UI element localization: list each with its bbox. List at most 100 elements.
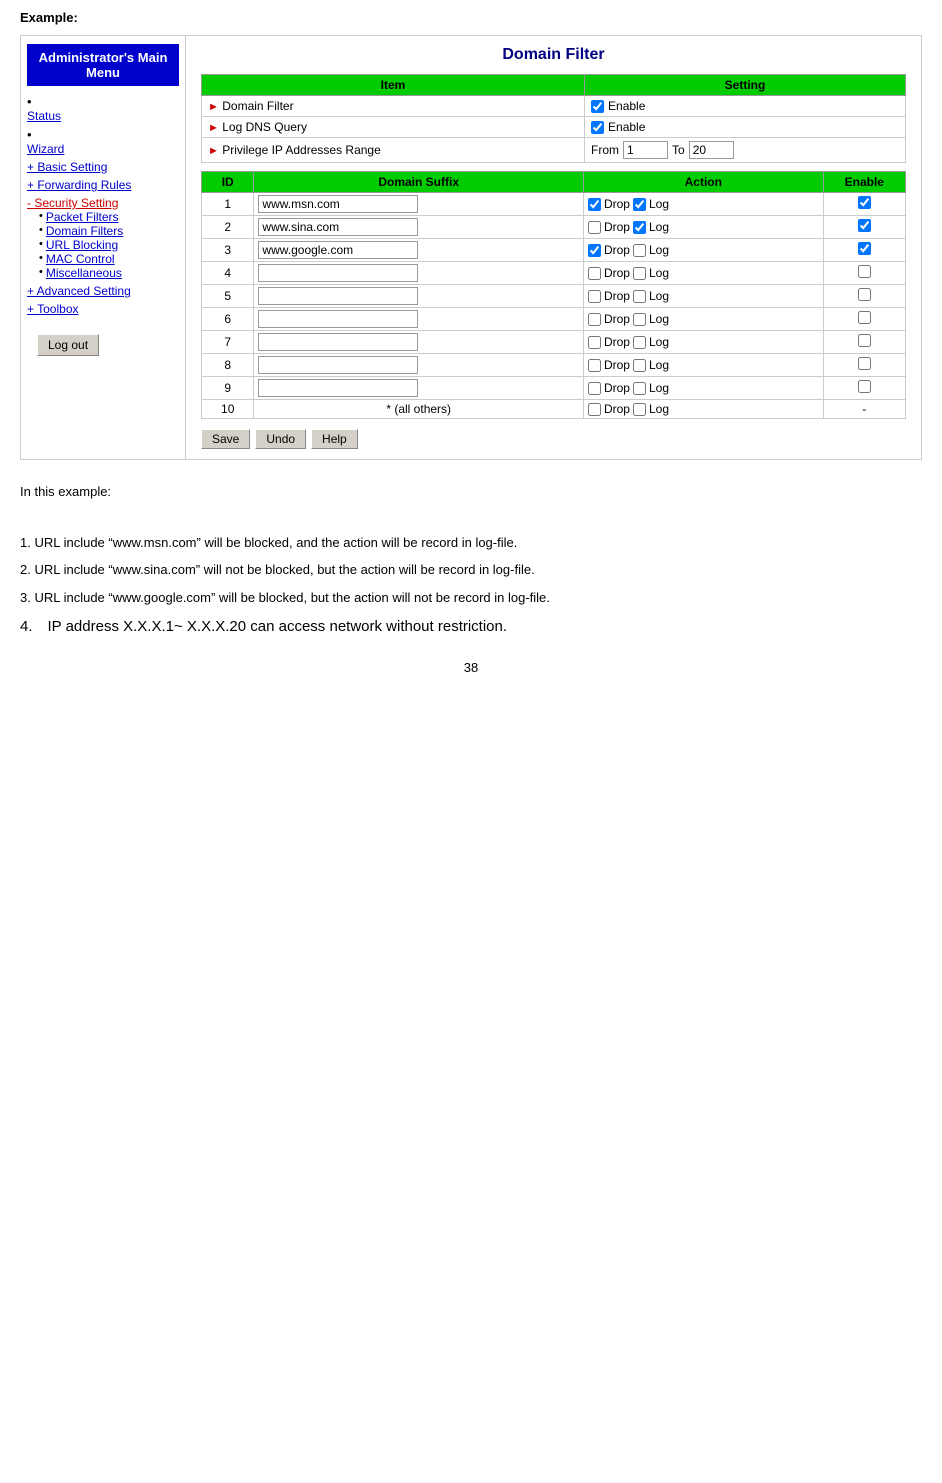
domain-suffix-input-4[interactable] xyxy=(258,264,418,282)
action-buttons: Save Undo Help xyxy=(201,429,906,449)
domain-suffix-input-2[interactable] xyxy=(258,218,418,236)
table-row: 1 Drop Log xyxy=(202,193,906,216)
enable-checkbox-8[interactable] xyxy=(858,357,871,370)
sidebar-link-wizard[interactable]: Wizard xyxy=(27,142,179,156)
sidebar-link-basic-setting[interactable]: + Basic Setting xyxy=(27,160,179,174)
drop-checkbox-2[interactable] xyxy=(588,221,601,234)
table-row: 10 * (all others) Drop Log - xyxy=(202,400,906,419)
col-enable: Enable xyxy=(823,172,905,193)
log-checkbox-5[interactable] xyxy=(633,290,646,303)
table-row: ► Log DNS Query Enable xyxy=(202,117,906,138)
log-checkbox-8[interactable] xyxy=(633,359,646,372)
table-row: 5 Drop Log xyxy=(202,285,906,308)
drop-checkbox-9[interactable] xyxy=(588,382,601,395)
drop-checkbox-8[interactable] xyxy=(588,359,601,372)
sidebar-section-wizard: • Wizard xyxy=(27,127,179,156)
sidebar-item-url-blocking: • URL Blocking xyxy=(39,238,179,252)
help-button[interactable]: Help xyxy=(311,429,358,449)
sidebar-link-security-setting[interactable]: - Security Setting xyxy=(27,196,179,210)
logout-button[interactable]: Log out xyxy=(37,334,99,356)
filter-settings-table: Item Setting ► Domain Filter Ena xyxy=(201,74,906,163)
page-title: Domain Filter xyxy=(201,46,906,64)
sidebar-item-domain-filters: • Domain Filters xyxy=(39,224,179,238)
enable-checkbox-7[interactable] xyxy=(858,334,871,347)
table-row: 4 Drop Log xyxy=(202,262,906,285)
sidebar-link-miscellaneous[interactable]: Miscellaneous xyxy=(46,266,122,280)
domain-suffix-table: ID Domain Suffix Action Enable 1 xyxy=(201,171,906,419)
domain-filter-enable-checkbox[interactable] xyxy=(591,100,604,113)
table-row: ► Domain Filter Enable xyxy=(202,96,906,117)
log-checkbox-7[interactable] xyxy=(633,336,646,349)
log-checkbox-3[interactable] xyxy=(633,244,646,257)
sidebar-item-miscellaneous: • Miscellaneous xyxy=(39,266,179,280)
sidebar: Administrator's Main Menu • Status • Wiz… xyxy=(21,36,186,459)
sidebar-title: Administrator's Main Menu xyxy=(27,44,179,86)
intro-text: In this example: xyxy=(20,480,922,503)
sidebar-link-packet-filters[interactable]: Packet Filters xyxy=(46,210,119,224)
drop-checkbox-1[interactable] xyxy=(588,198,601,211)
domain-suffix-input-3[interactable] xyxy=(258,241,418,259)
undo-button[interactable]: Undo xyxy=(255,429,306,449)
drop-checkbox-10[interactable] xyxy=(588,403,601,416)
table-row: 2 Drop Log xyxy=(202,216,906,239)
sidebar-item-packet-filters: • Packet Filters xyxy=(39,210,179,224)
enable-checkbox-4[interactable] xyxy=(858,265,871,278)
sidebar-link-mac-control[interactable]: MAC Control xyxy=(46,252,115,266)
enable-checkbox-9[interactable] xyxy=(858,380,871,393)
sidebar-section-security: - Security Setting • Packet Filters • Do… xyxy=(27,196,179,280)
log-checkbox-6[interactable] xyxy=(633,313,646,326)
col-action: Action xyxy=(583,172,823,193)
enable-checkbox-6[interactable] xyxy=(858,311,871,324)
sidebar-link-url-blocking[interactable]: URL Blocking xyxy=(46,238,118,252)
sidebar-item-mac-control: • MAC Control xyxy=(39,252,179,266)
enable-checkbox-5[interactable] xyxy=(858,288,871,301)
col-item: Item xyxy=(202,75,585,96)
drop-checkbox-6[interactable] xyxy=(588,313,601,326)
domain-suffix-input-7[interactable] xyxy=(258,333,418,351)
privilege-ip-from-input[interactable] xyxy=(623,141,668,159)
table-row: ► Privilege IP Addresses Range From To xyxy=(202,138,906,163)
sidebar-link-forwarding-rules[interactable]: + Forwarding Rules xyxy=(27,178,179,192)
sidebar-link-status[interactable]: Status xyxy=(27,109,179,123)
table-row: 8 Drop Log xyxy=(202,354,906,377)
sidebar-section-basic: + Basic Setting xyxy=(27,160,179,174)
log-checkbox-1[interactable] xyxy=(633,198,646,211)
save-button[interactable]: Save xyxy=(201,429,250,449)
log-checkbox-4[interactable] xyxy=(633,267,646,280)
text-item-4: 4. IP address X.X.X.1~ X.X.X.20 can acce… xyxy=(20,613,922,640)
text-item-3: 3. URL include “www.google.com” will be … xyxy=(20,586,922,609)
table-row: 6 Drop Log xyxy=(202,308,906,331)
example-heading: Example: xyxy=(20,10,922,25)
sidebar-link-toolbox[interactable]: + Toolbox xyxy=(27,302,179,316)
table-row: 3 Drop Log xyxy=(202,239,906,262)
log-checkbox-2[interactable] xyxy=(633,221,646,234)
enable-checkbox-3[interactable] xyxy=(858,242,871,255)
privilege-ip-to-input[interactable] xyxy=(689,141,734,159)
domain-suffix-input-1[interactable] xyxy=(258,195,418,213)
drop-checkbox-5[interactable] xyxy=(588,290,601,303)
table-row: 7 Drop Log xyxy=(202,331,906,354)
domain-suffix-input-9[interactable] xyxy=(258,379,418,397)
log-dns-enable-checkbox[interactable] xyxy=(591,121,604,134)
domain-suffix-input-8[interactable] xyxy=(258,356,418,374)
domain-suffix-input-5[interactable] xyxy=(258,287,418,305)
content-area: Domain Filter Item Setting ► Domain Filt… xyxy=(186,36,921,459)
col-id: ID xyxy=(202,172,254,193)
text-item-1: 1. URL include “www.msn.com” will be blo… xyxy=(20,531,922,554)
enable-checkbox-1[interactable] xyxy=(858,196,871,209)
log-checkbox-9[interactable] xyxy=(633,382,646,395)
table-row: 9 Drop Log xyxy=(202,377,906,400)
enable-checkbox-2[interactable] xyxy=(858,219,871,232)
drop-checkbox-3[interactable] xyxy=(588,244,601,257)
drop-checkbox-4[interactable] xyxy=(588,267,601,280)
page-number: 38 xyxy=(20,660,922,675)
log-checkbox-10[interactable] xyxy=(633,403,646,416)
sidebar-link-advanced-setting[interactable]: + Advanced Setting xyxy=(27,284,179,298)
sidebar-section-status: • Status xyxy=(27,94,179,123)
drop-checkbox-7[interactable] xyxy=(588,336,601,349)
domain-suffix-input-6[interactable] xyxy=(258,310,418,328)
col-domain-suffix: Domain Suffix xyxy=(254,172,584,193)
text-item-2: 2. URL include “www.sina.com” will not b… xyxy=(20,558,922,581)
sidebar-link-domain-filters[interactable]: Domain Filters xyxy=(46,224,123,238)
sidebar-section-toolbox: + Toolbox xyxy=(27,302,179,316)
